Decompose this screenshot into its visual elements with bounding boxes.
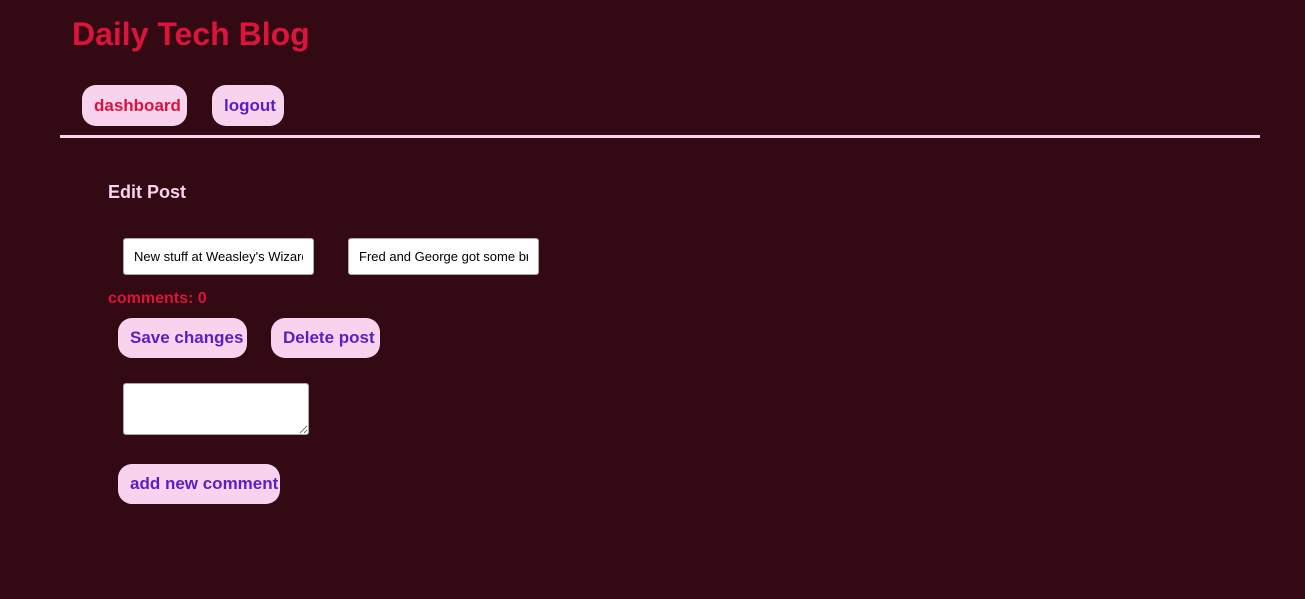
post-title-input[interactable] — [123, 238, 314, 275]
page: Daily Tech Blog dashboard logout Edit Po… — [0, 0, 1305, 599]
logout-nav-button[interactable]: logout — [212, 85, 284, 126]
dashboard-nav-button[interactable]: dashboard — [82, 85, 187, 126]
header-divider — [60, 135, 1260, 138]
delete-post-button[interactable]: Delete post — [271, 318, 380, 358]
add-new-comment-button[interactable]: add new comment — [118, 464, 280, 504]
site-title: Daily Tech Blog — [72, 16, 310, 52]
save-changes-button[interactable]: Save changes — [118, 318, 247, 358]
post-content-input[interactable] — [348, 238, 539, 275]
edit-post-heading: Edit Post — [108, 182, 187, 202]
comments-count: comments: 0 — [108, 290, 207, 307]
new-comment-textarea[interactable] — [123, 383, 309, 435]
